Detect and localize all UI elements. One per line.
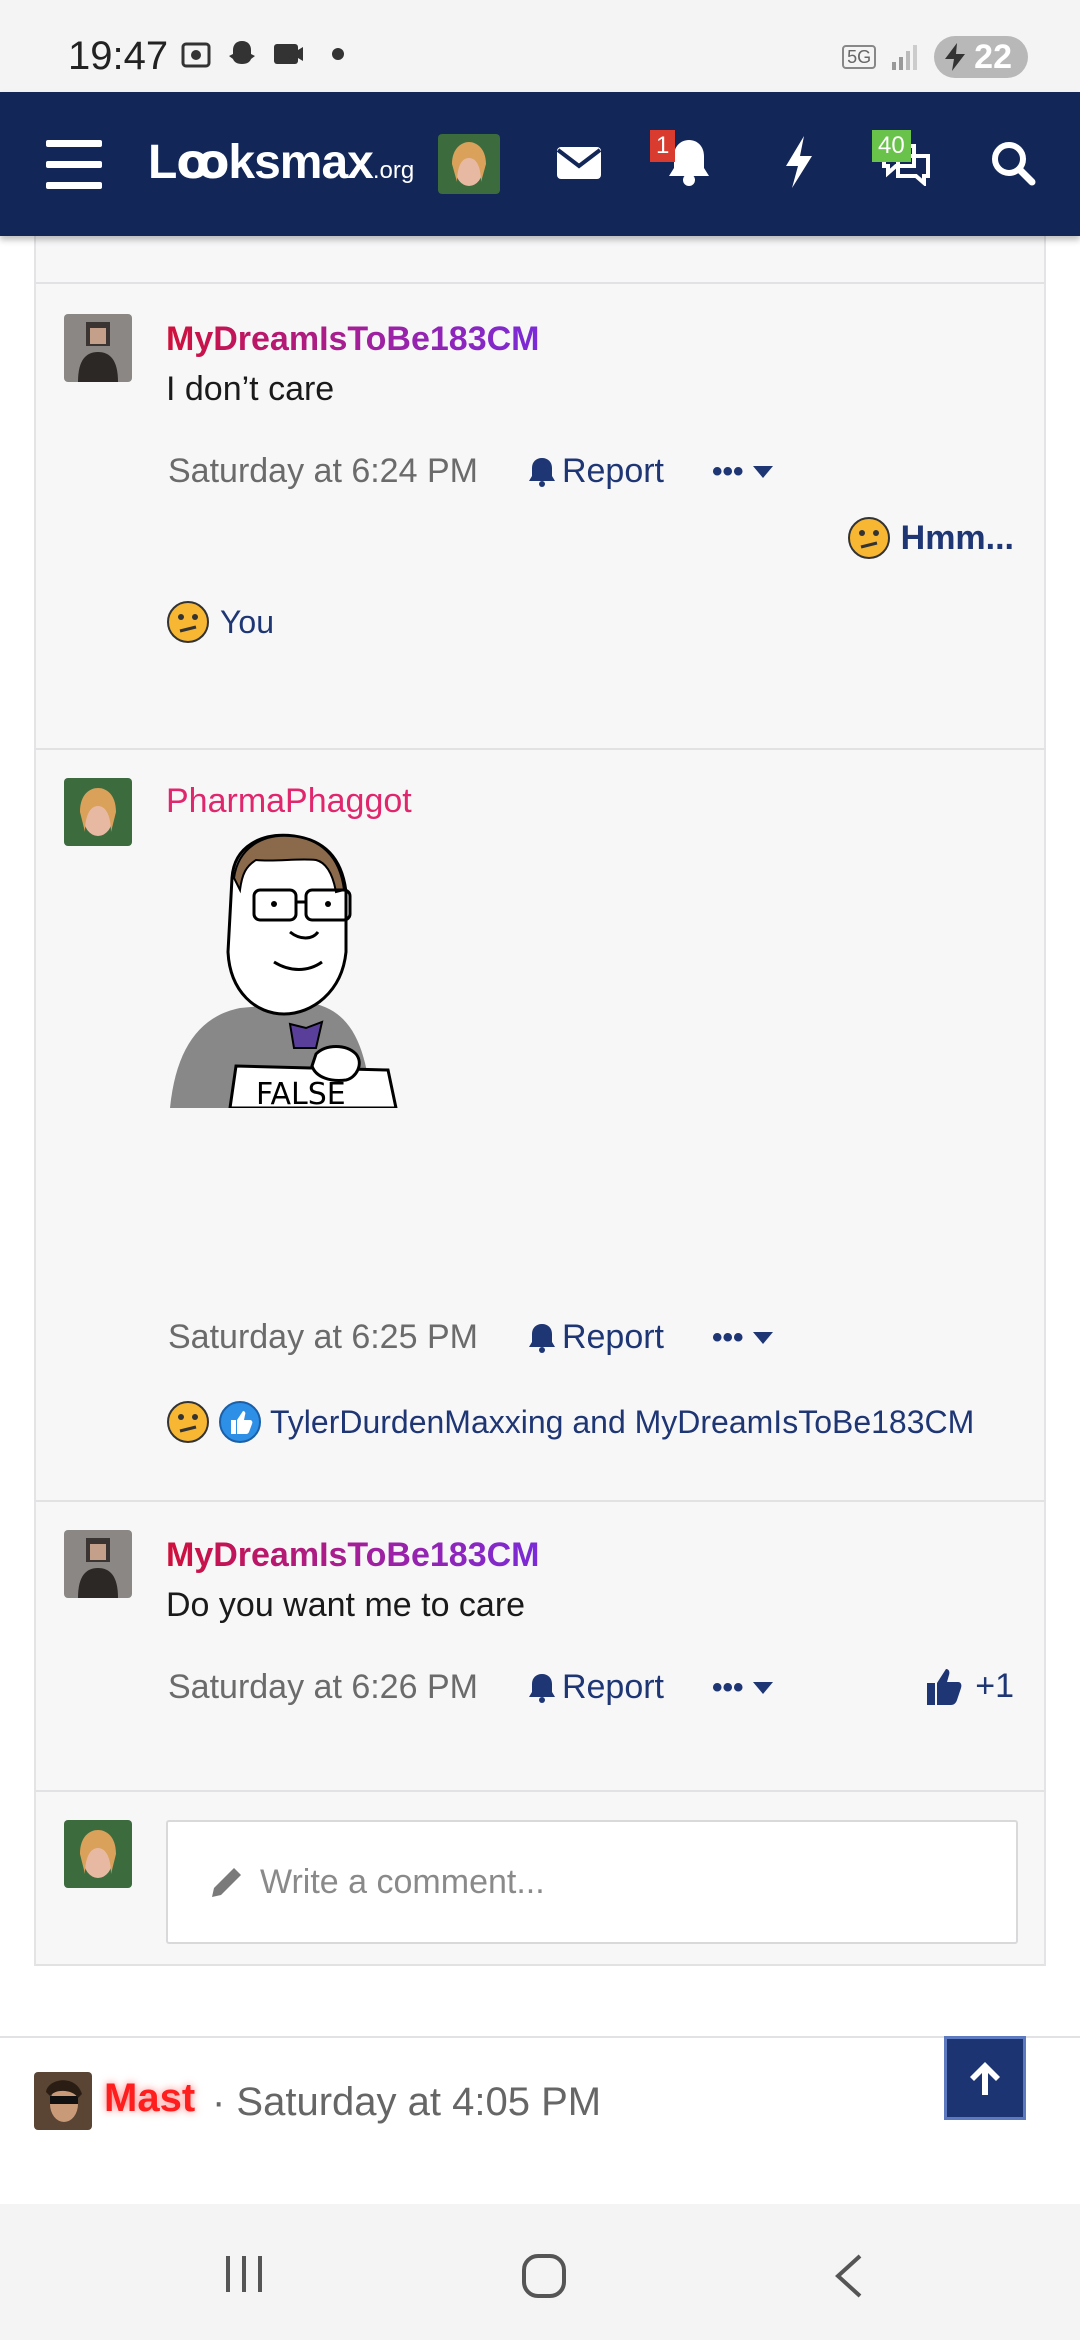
comment-placeholder: Write a comment... [260,1862,545,1901]
inbox-icon[interactable] [556,146,602,180]
previous-comment-fragment [34,236,1046,284]
comment-meta: Saturday at 6:25 PM Report ••• [168,1318,774,1357]
battery-indicator: 22 [934,36,1028,78]
reactions-list[interactable]: TylerDurdenMaxxing and MyDreamIsToBe183C… [166,1400,974,1444]
recent-apps-icon[interactable] [220,2252,268,2296]
post-username[interactable]: Mast [104,2076,195,2121]
reactions-list[interactable]: You [166,600,274,644]
notifications-badge: 1 [650,130,676,162]
avatar[interactable] [34,2072,92,2130]
whats-new-lightning-icon[interactable] [784,136,814,188]
comment-username[interactable]: PharmaPhaggot [166,782,412,821]
scroll-to-top-button[interactable] [944,2036,1026,2120]
thinking-emoji-icon [167,601,209,643]
status-time: 19:47 [68,34,169,78]
site-navbar: Lꝏksmax.org 1 40 [0,92,1080,236]
meme-caption: FALSE [256,1077,346,1108]
battery-level: 22 [974,38,1012,76]
like-button[interactable]: +1 [925,1666,1014,1706]
screenshot-icon [181,42,211,68]
arrow-up-icon [970,2062,1000,2095]
messages-badge: 40 [872,130,911,162]
avatar [64,1820,132,1888]
post-timestamp[interactable]: · Saturday at 4:05 PM [212,2080,601,2125]
menu-icon[interactable] [46,140,102,190]
avatar[interactable] [64,314,132,382]
system-navigation-bar [0,2204,1080,2340]
comment-thread: MyDreamIsToBe183CM I don’t care Saturday… [0,236,1080,2204]
comment-timestamp[interactable]: Saturday at 6:24 PM [168,452,478,491]
reaction-button[interactable]: Hmm... [847,516,1014,560]
chevron-down-icon [752,1331,773,1344]
comment-timestamp[interactable]: Saturday at 6:26 PM [168,1668,478,1707]
pencil-icon [212,1868,241,1897]
status-bar: 19:47 5G 22 [0,0,1080,92]
network-indicator: 5G [842,45,877,69]
back-icon[interactable] [830,2252,870,2300]
snapchat-icon [229,41,255,64]
reactors: TylerDurdenMaxxing and MyDreamIsToBe183C… [270,1403,975,1440]
comment-meta: Saturday at 6:24 PM Report ••• [168,452,774,491]
search-icon[interactable] [990,140,1036,186]
report-button[interactable]: Report [528,1318,664,1357]
like-count: +1 [975,1666,1014,1705]
comment-composer-row: Write a comment... [34,1790,1046,1966]
charging-icon [945,43,966,71]
status-system-icons: 5G 22 [842,36,1028,78]
home-icon[interactable] [520,2252,568,2300]
account-avatar[interactable] [438,134,500,194]
bell-icon [528,1323,555,1353]
more-options-button[interactable]: ••• [712,1671,774,1705]
status-notification-icons [180,38,344,70]
avatar[interactable] [64,1530,132,1598]
avatar[interactable] [64,778,132,846]
comment-text: I don’t care [166,370,335,408]
more-options-button[interactable]: ••• [712,455,774,489]
comment-text: Do you want me to care [166,1586,526,1624]
thinking-emoji-icon [847,517,890,559]
more-notifications-dot [332,48,344,60]
bell-icon [528,1673,555,1703]
chevron-down-icon [752,465,773,478]
comment-item: MyDreamIsToBe183CM Do you want me to car… [34,1500,1046,1790]
reaction-label: Hmm... [900,518,1014,557]
more-options-button[interactable]: ••• [712,1321,774,1355]
report-button[interactable]: Report [528,452,664,491]
thinking-emoji-icon [167,1401,209,1443]
like-reaction-icon [219,1401,261,1443]
meme-image[interactable]: FALSE [166,828,406,1112]
comment-username[interactable]: MyDreamIsToBe183CM [166,320,540,359]
report-button[interactable]: Report [528,1668,664,1707]
comment-meta: Saturday at 6:26 PM Report ••• [168,1668,774,1707]
comment-item: PharmaPhaggot FALSE Saturday at 6:25 PM [34,748,1046,1500]
comment-username[interactable]: MyDreamIsToBe183CM [166,1536,540,1575]
next-post-header: Mast · Saturday at 4:05 PM [0,2036,1080,2204]
signal-icon [892,45,918,70]
chevron-down-icon [752,1681,773,1694]
reactors: You [220,603,274,640]
write-comment-field[interactable]: Write a comment... [166,1820,1018,1944]
thumbs-up-icon [927,1669,962,1705]
comment-timestamp[interactable]: Saturday at 6:25 PM [168,1318,478,1357]
video-icon [274,44,303,64]
site-logo[interactable]: Lꝏksmax.org [148,134,414,190]
bell-icon [528,457,555,487]
comment-item: MyDreamIsToBe183CM I don’t care Saturday… [34,282,1046,748]
